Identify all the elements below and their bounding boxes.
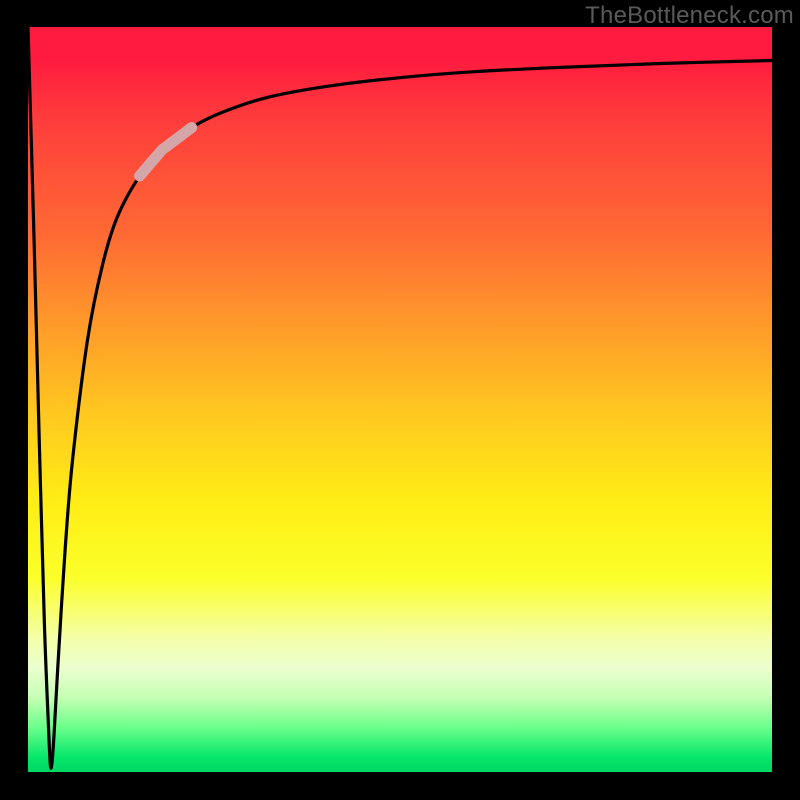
bottleneck-curve (28, 27, 772, 768)
chart-frame: TheBottleneck.com (0, 0, 800, 800)
bottleneck-curve-highlight (140, 128, 192, 176)
chart-svg (28, 27, 772, 772)
watermark-text: TheBottleneck.com (585, 2, 794, 30)
